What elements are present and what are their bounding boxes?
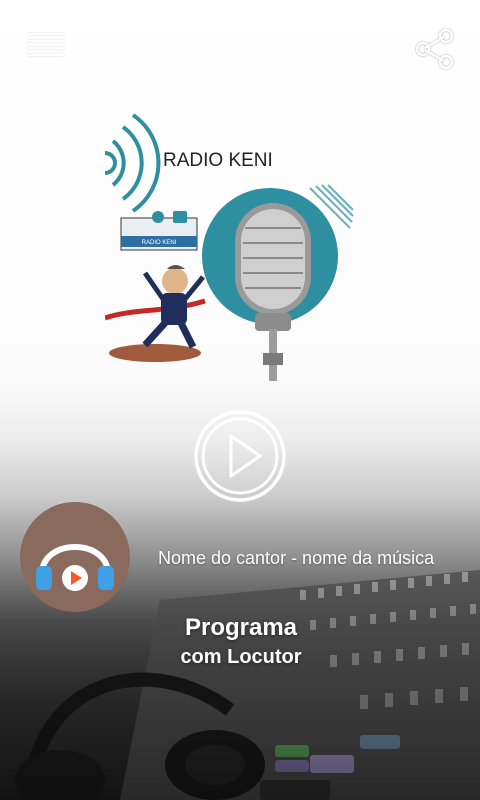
headphones-play-icon bbox=[36, 544, 114, 591]
program-host: com Locutor bbox=[180, 646, 302, 668]
program-title: Programa bbox=[184, 614, 298, 641]
logo-title: RADIO KENI bbox=[163, 150, 273, 171]
play-icon[interactable] bbox=[194, 410, 286, 502]
runner-illustration bbox=[105, 265, 206, 362]
logo-sign-text: RADIO KENI bbox=[142, 240, 177, 246]
radio-waves-icon bbox=[105, 113, 161, 213]
station-avatar bbox=[20, 502, 130, 612]
menu-bar bbox=[28, 33, 64, 35]
share-icon[interactable] bbox=[414, 28, 456, 70]
now-playing-text: Nome do cantor - nome da música bbox=[158, 548, 435, 568]
menu-bar bbox=[28, 54, 64, 56]
microphone-icon bbox=[235, 203, 311, 381]
menu-bar bbox=[28, 40, 64, 42]
menu-button[interactable] bbox=[28, 33, 64, 63]
station-logo: RADIO KENI RADIO KENI bbox=[105, 113, 354, 381]
menu-bar bbox=[28, 47, 64, 49]
